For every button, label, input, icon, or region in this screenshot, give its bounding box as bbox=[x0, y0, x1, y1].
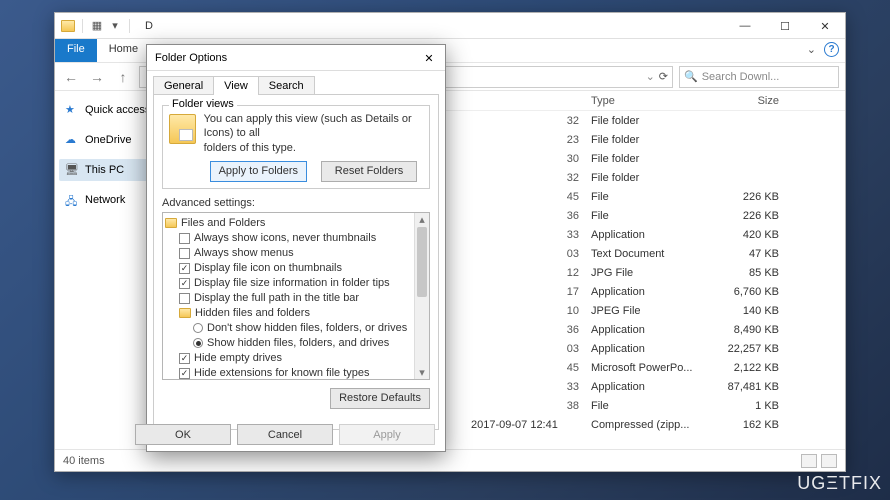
folder-views-text2: folders of this type. bbox=[204, 141, 423, 155]
nav-up-icon[interactable]: ↑ bbox=[113, 69, 133, 85]
ribbon-expand-icon[interactable]: ⌄ bbox=[807, 43, 816, 56]
nav-label: This PC bbox=[85, 164, 124, 176]
dialog-close-button[interactable]: ✕ bbox=[417, 49, 441, 67]
minimize-button[interactable]: — bbox=[725, 13, 765, 39]
checkbox[interactable]: ✓ bbox=[179, 368, 190, 379]
nav-label: OneDrive bbox=[85, 134, 131, 146]
view-large-icon[interactable] bbox=[821, 454, 837, 468]
search-input[interactable]: 🔍 Search Downl... bbox=[679, 66, 839, 88]
folder-icon bbox=[179, 308, 191, 318]
checkbox[interactable]: ✓ bbox=[179, 263, 190, 274]
radio[interactable] bbox=[193, 338, 203, 348]
tree-item[interactable]: Display the full path in the title bar bbox=[194, 292, 359, 304]
folder-icon bbox=[165, 218, 177, 228]
apply-button[interactable]: Apply bbox=[339, 424, 435, 445]
tree-item[interactable]: Hidden files and folders bbox=[195, 307, 310, 319]
advanced-settings-label: Advanced settings: bbox=[162, 197, 430, 209]
tab-view[interactable]: View bbox=[213, 76, 259, 95]
apply-to-folders-button[interactable]: Apply to Folders bbox=[210, 161, 307, 182]
refresh-icon[interactable]: ⟳ bbox=[659, 70, 668, 83]
advanced-settings-tree[interactable]: Files and Folders Always show icons, nev… bbox=[162, 212, 430, 380]
nav-back-icon[interactable]: ← bbox=[61, 69, 81, 85]
checkbox[interactable] bbox=[179, 233, 190, 244]
search-placeholder: Search Downl... bbox=[702, 71, 780, 83]
file-size: 162 KB bbox=[705, 417, 785, 433]
view-details-icon[interactable] bbox=[801, 454, 817, 468]
maximize-button[interactable]: ☐ bbox=[765, 13, 805, 39]
tab-file[interactable]: File bbox=[55, 39, 97, 62]
star-icon: ★ bbox=[65, 103, 79, 117]
tree-item[interactable]: Show hidden files, folders, and drives bbox=[207, 337, 389, 349]
folder-views-text: You can apply this view (such as Details… bbox=[204, 112, 423, 141]
tree-item[interactable]: Display file size information in folder … bbox=[194, 277, 390, 289]
dialog-titlebar[interactable]: Folder Options ✕ bbox=[147, 45, 445, 71]
tree-item[interactable]: Don't show hidden files, folders, or dri… bbox=[207, 322, 407, 334]
tab-home[interactable]: Home bbox=[97, 39, 150, 62]
qat-properties-icon[interactable]: ▦ bbox=[90, 19, 104, 33]
col-type[interactable]: Type bbox=[585, 93, 705, 109]
qat-new-folder-icon[interactable]: ▾ bbox=[108, 19, 122, 33]
radio[interactable] bbox=[193, 323, 203, 333]
explorer-titlebar[interactable]: ▦ ▾ D — ☐ ✕ bbox=[55, 13, 845, 39]
scroll-thumb[interactable] bbox=[417, 227, 427, 297]
nav-forward-icon[interactable]: → bbox=[87, 69, 107, 85]
close-button[interactable]: ✕ bbox=[805, 13, 845, 39]
search-icon: 🔍 bbox=[684, 70, 698, 83]
restore-defaults-button[interactable]: Restore Defaults bbox=[330, 388, 430, 409]
folder-views-icon bbox=[169, 114, 196, 144]
pc-icon: 🖥 bbox=[65, 163, 79, 177]
path-dropdown-icon[interactable]: ⌄ bbox=[646, 70, 655, 83]
file-date: 2017-09-07 12:41 bbox=[465, 417, 585, 433]
folder-icon bbox=[61, 20, 75, 32]
col-date[interactable] bbox=[465, 99, 585, 103]
scroll-up-icon[interactable]: ▴ bbox=[415, 213, 429, 226]
tree-item[interactable]: Display file icon on thumbnails bbox=[194, 262, 342, 274]
network-icon: 🖧 bbox=[65, 193, 79, 207]
col-size[interactable]: Size bbox=[705, 93, 785, 109]
scrollbar[interactable]: ▴ ▾ bbox=[414, 213, 429, 379]
file-type: Compressed (zipp... bbox=[585, 417, 705, 433]
tree-item[interactable]: Always show icons, never thumbnails bbox=[194, 232, 376, 244]
checkbox[interactable]: ✓ bbox=[179, 278, 190, 289]
watermark: UGΞTFIX bbox=[797, 473, 882, 494]
help-icon[interactable]: ? bbox=[824, 42, 839, 57]
cloud-icon: ☁ bbox=[65, 133, 79, 147]
checkbox[interactable]: ✓ bbox=[179, 353, 190, 364]
folder-views-label: Folder views bbox=[169, 98, 237, 110]
folder-views-group: Folder views You can apply this view (su… bbox=[162, 105, 430, 189]
checkbox[interactable] bbox=[179, 248, 190, 259]
tab-search[interactable]: Search bbox=[258, 76, 315, 95]
folder-options-dialog: Folder Options ✕ General View Search Fol… bbox=[146, 44, 446, 452]
nav-label: Quick access bbox=[85, 104, 150, 116]
cancel-button[interactable]: Cancel bbox=[237, 424, 333, 445]
window-title: D bbox=[145, 20, 153, 32]
tree-item[interactable]: Files and Folders bbox=[181, 217, 265, 229]
tab-general[interactable]: General bbox=[153, 76, 214, 95]
item-count: 40 items bbox=[63, 455, 105, 467]
tree-item[interactable]: Hide empty drives bbox=[194, 352, 282, 364]
checkbox[interactable] bbox=[179, 293, 190, 304]
tree-item[interactable]: Always show menus bbox=[194, 247, 294, 259]
nav-label: Network bbox=[85, 194, 125, 206]
tree-item[interactable]: Hide extensions for known file types bbox=[194, 367, 369, 379]
status-bar: 40 items bbox=[55, 449, 845, 471]
reset-folders-button[interactable]: Reset Folders bbox=[321, 161, 417, 182]
dialog-title: Folder Options bbox=[155, 52, 227, 64]
ok-button[interactable]: OK bbox=[135, 424, 231, 445]
scroll-down-icon[interactable]: ▾ bbox=[415, 366, 429, 379]
